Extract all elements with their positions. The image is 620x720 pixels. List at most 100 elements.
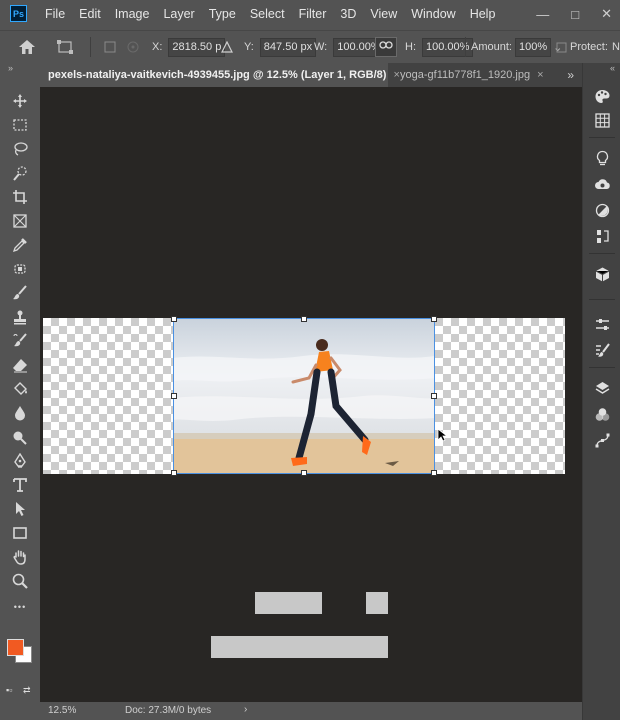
menu-window[interactable]: Window <box>404 7 462 21</box>
menu-type[interactable]: Type <box>202 7 243 21</box>
eyedropper-tool[interactable] <box>0 234 40 256</box>
zoom-tool[interactable] <box>0 570 40 592</box>
menu-view[interactable]: View <box>363 7 404 21</box>
tabs-overflow-button[interactable]: » <box>567 63 574 87</box>
checkbox-icon <box>104 41 116 53</box>
layers-icon <box>595 381 609 394</box>
healing-brush-tool[interactable] <box>0 258 40 280</box>
blur-tool[interactable] <box>0 402 40 424</box>
layers-panel-button[interactable] <box>583 377 620 399</box>
channels-panel-button[interactable] <box>583 403 620 425</box>
type-tool[interactable] <box>0 474 40 496</box>
menu-items: File Edit Image Layer Type Select Filter… <box>38 0 502 28</box>
swap-colors-icon[interactable]: ⇄ <box>23 685 31 696</box>
height-field: H: 100.00% <box>405 31 474 63</box>
x-label: X: <box>152 41 163 53</box>
minimize-button[interactable]: — <box>536 7 549 22</box>
tab-label: pexels-nataliya-vaitkevich-4939455.jpg @… <box>48 69 387 81</box>
marquee-tool[interactable] <box>0 114 40 136</box>
properties-panel-button[interactable] <box>583 313 620 335</box>
hand-tool[interactable] <box>0 546 40 568</box>
adjustments-panel-button[interactable] <box>583 199 620 221</box>
swatches-panel-button[interactable] <box>583 109 620 131</box>
maximize-button[interactable]: □ <box>571 7 579 22</box>
path-selection-tool[interactable] <box>0 498 40 520</box>
link-aspect-button[interactable] <box>375 31 397 63</box>
x-input[interactable]: 2818.50 p <box>168 37 226 57</box>
learn-panel-button[interactable] <box>583 147 620 169</box>
paths-panel-button[interactable] <box>583 429 620 451</box>
pen-icon <box>14 453 26 468</box>
default-colors-icon[interactable]: ▪▫ <box>6 685 12 695</box>
menu-layer[interactable]: Layer <box>156 7 201 21</box>
history-panel-button[interactable] <box>583 225 620 247</box>
paths-icon <box>595 433 609 447</box>
menu-select[interactable]: Select <box>243 7 292 21</box>
runner-photo-image <box>173 318 435 474</box>
status-menu-arrow[interactable]: › <box>244 704 247 715</box>
lightbulb-icon <box>596 150 608 165</box>
brush-settings-icon <box>595 342 610 357</box>
relative-position-toggle[interactable] <box>221 31 233 63</box>
menu-help[interactable]: Help <box>463 7 503 21</box>
photoshop-logo: Ps <box>10 5 27 22</box>
delta-icon <box>221 41 233 53</box>
close-button[interactable]: ✕ <box>601 6 612 22</box>
edit-toolbar-button[interactable]: ••• <box>0 596 40 618</box>
divider <box>465 37 466 57</box>
zoom-level[interactable]: 12.5% <box>48 705 76 716</box>
eraser-icon <box>13 359 27 373</box>
zoom-icon <box>12 573 28 589</box>
reference-point-toggle[interactable] <box>104 31 116 63</box>
brush-tool[interactable] <box>0 282 40 304</box>
lasso-tool[interactable] <box>0 138 40 160</box>
amount-input[interactable]: 100% <box>514 37 552 57</box>
clone-stamp-tool[interactable] <box>0 306 40 328</box>
menu-image[interactable]: Image <box>108 7 157 21</box>
stamp-icon <box>14 310 26 325</box>
dock-collapse-button[interactable]: « <box>610 63 615 73</box>
placeholder-block <box>366 592 388 614</box>
tab-close-icon[interactable]: × <box>537 69 543 81</box>
tab-document-inactive[interactable]: yoga-gf11b778f1_1920.jpg × <box>392 63 552 87</box>
menu-edit[interactable]: Edit <box>72 7 108 21</box>
h-label: H: <box>405 41 416 53</box>
home-button[interactable] <box>18 31 36 63</box>
rectangular-marquee-icon <box>13 119 27 131</box>
reference-point-locator[interactable] <box>124 31 142 63</box>
foreground-color-swatch[interactable] <box>7 639 24 656</box>
color-panel-button[interactable] <box>583 85 620 107</box>
paint-bucket-tool[interactable] <box>0 378 40 400</box>
menu-3d[interactable]: 3D <box>333 7 363 21</box>
options-bar: X: 2818.50 p Y: 847.50 px W: 100.00% H: … <box>0 30 620 64</box>
lasso-icon <box>14 142 28 156</box>
runner-photo-layer[interactable] <box>173 318 435 474</box>
channels-icon <box>595 407 609 421</box>
3d-panel-button[interactable] <box>583 263 620 285</box>
dodge-tool[interactable] <box>0 426 40 448</box>
menu-filter[interactable]: Filter <box>292 7 334 21</box>
y-input[interactable]: 847.50 px <box>259 37 317 57</box>
tab-document-active[interactable]: pexels-nataliya-vaitkevich-4939455.jpg @… <box>40 63 400 87</box>
brush-settings-panel-button[interactable] <box>583 339 620 361</box>
document-tabs: pexels-nataliya-vaitkevich-4939455.jpg @… <box>40 63 582 87</box>
crop-tool[interactable] <box>0 186 40 208</box>
placeholder-block <box>255 592 322 614</box>
quick-selection-tool[interactable] <box>0 162 40 184</box>
menu-file[interactable]: File <box>38 7 72 21</box>
amount-label: Amount: <box>471 41 512 53</box>
protect-option[interactable]: Protect: <box>556 31 608 63</box>
pen-tool[interactable] <box>0 450 40 472</box>
move-tool[interactable] <box>0 90 40 112</box>
divider <box>589 253 615 254</box>
toolbar-collapse-button[interactable]: » <box>8 63 13 73</box>
history-brush-tool[interactable] <box>0 330 40 352</box>
crop-icon <box>13 190 27 204</box>
eraser-tool[interactable] <box>0 354 40 376</box>
rectangle-tool[interactable] <box>0 522 40 544</box>
libraries-panel-button[interactable] <box>583 173 620 195</box>
panel-dock: « <box>582 63 620 720</box>
grid-icon <box>594 112 610 128</box>
frame-tool[interactable] <box>0 210 40 232</box>
transform-tool-preset[interactable] <box>56 31 74 63</box>
